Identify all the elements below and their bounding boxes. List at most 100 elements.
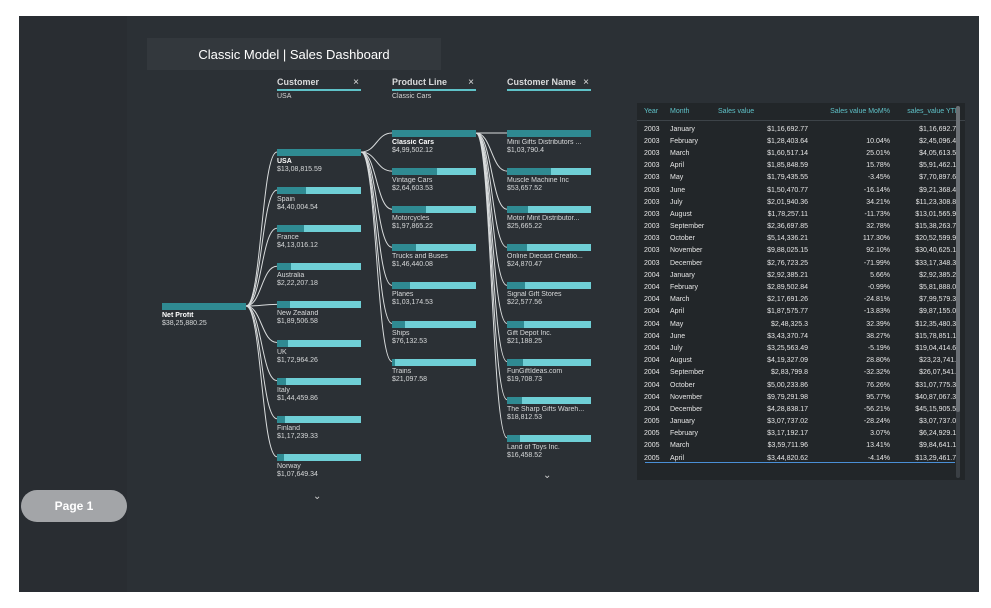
table-cell: 2004	[644, 405, 660, 413]
tree-node[interactable]: UK $1,72,964.26	[277, 339, 361, 365]
table-row[interactable]: 2004 March $2,17,691.26 -24.81% $7,99,579.31	[637, 294, 965, 306]
table-cell: December	[670, 259, 703, 267]
table-cell: May	[670, 320, 684, 328]
table-bottom-rule	[645, 462, 955, 463]
table-row[interactable]: 2005 January $3,07,737.02 -28.24% $3,07,737.…	[637, 416, 965, 428]
page-1-button[interactable]: Page 1	[21, 490, 127, 522]
tree-node[interactable]: Finland $1,17,239.33	[277, 415, 361, 441]
table-row[interactable]: 2004 February $2,89,502.84 -0.99% $5,81,888.…	[637, 281, 965, 293]
column-header[interactable]: Month	[670, 108, 718, 115]
value-bar	[392, 130, 476, 137]
table-row[interactable]: 2003 November $9,88,025.15 92.10% $30,40,625…	[637, 245, 965, 257]
tree-node[interactable]: Classic Cars $4,99,502.12	[392, 130, 476, 155]
tree-node[interactable]: New Zealand $1,89,506.58	[277, 301, 361, 326]
table-row[interactable]: 2004 July $3,25,563.49 -5.19% $19,04,414.61	[637, 342, 965, 354]
value-bar	[507, 244, 591, 252]
table-row[interactable]: 2003 October $5,14,336.21 117.30% $20,52,599…	[637, 233, 965, 245]
chevron-down-icon[interactable]: ⌄	[313, 491, 321, 502]
tree-node[interactable]: Motor Mint Distributor... $25,665.22	[507, 206, 591, 231]
table-row[interactable]: 2003 January $1,16,692.77 $1,16,692.77	[637, 123, 965, 135]
table-row[interactable]: 2004 January $2,92,385.21 5.66% $2,92,385.21	[637, 269, 965, 281]
table-cell: February	[670, 430, 699, 438]
table-row[interactable]: 2004 November $9,79,291.98 95.77% $40,87,067…	[637, 391, 965, 403]
column-header[interactable]: Sales value	[718, 108, 808, 115]
table-cell: $26,07,541.5	[919, 369, 960, 377]
node-label: Net Profit	[162, 312, 194, 319]
tree-node[interactable]: Motorcycles $1,97,865.22	[392, 206, 476, 231]
table-row[interactable]: 2004 October $5,00,233.86 76.26% $31,07,775.…	[637, 379, 965, 391]
table-cell: January	[670, 271, 695, 279]
node-label: Vintage Cars	[392, 177, 433, 185]
value-bar	[277, 301, 361, 309]
tree-link	[245, 305, 278, 382]
tree-node[interactable]: Spain $4,40,004.54	[277, 187, 361, 212]
node-label: Signal Gift Stores	[507, 291, 562, 299]
value-bar-fill	[277, 263, 292, 271]
table-cell: 2003	[644, 125, 660, 133]
table-row[interactable]: 2003 May $1,79,435.55 -3.45% $7,70,897.69	[637, 172, 965, 184]
tree-node[interactable]: The Sharp Gifts Wareh... $18,812.53	[507, 396, 591, 422]
tree-link	[245, 305, 278, 420]
value-bar	[507, 320, 591, 328]
table-row[interactable]: 2004 August $4,19,327.09 28.80% $23,23,741.7	[637, 355, 965, 367]
table-cell: 2003	[644, 223, 660, 231]
table-scrollbar[interactable]	[956, 106, 960, 478]
tree-node[interactable]: Vintage Cars $2,64,603.53	[392, 168, 476, 193]
value-bar	[507, 206, 591, 214]
tree-node[interactable]: Land of Toys Inc. $16,458.52	[507, 434, 591, 460]
tree-node[interactable]: Norway $1,07,649.34	[277, 453, 361, 479]
tree-node[interactable]: Online Diecast Creatio... $24,870.47	[507, 244, 591, 269]
table-row[interactable]: 2003 August $1,78,257.11 -11.73% $13,01,565.…	[637, 208, 965, 220]
tree-node[interactable]: FunGiftIdeas.com $19,708.73	[507, 358, 591, 384]
table-row[interactable]: 2003 April $1,85,848.59 15.78% $5,91,462.14	[637, 160, 965, 172]
column-header[interactable]: Year	[637, 108, 670, 115]
table-row[interactable]: 2004 September $2,83,799.8 -32.32% $26,07,54…	[637, 367, 965, 379]
tree-node[interactable]: Signal Gift Stores $22,577.56	[507, 282, 591, 307]
tree-node[interactable]: Muscle Machine Inc $53,657.52	[507, 168, 591, 193]
table-cell: 25.01%	[866, 149, 890, 157]
table-cell: -24.81%	[863, 296, 890, 304]
value-bar	[277, 263, 361, 271]
table-row[interactable]: 2004 June $3,43,370.74 38.27% $15,78,851.12	[637, 330, 965, 342]
table-row[interactable]: 2003 July $2,01,940.36 34.21% $11,23,308.82	[637, 196, 965, 208]
tree-node[interactable]: Trucks and Buses $1,46,440.08	[392, 244, 476, 269]
table-row[interactable]: 2004 April $1,87,575.77 -13.83% $9,87,155.08	[637, 306, 965, 318]
tree-node[interactable]: Mini Gifts Distributors ... $1,03,790.4	[507, 130, 591, 155]
value-bar	[507, 282, 591, 290]
table-row[interactable]: 2003 June $1,50,470.77 -16.14% $9,21,368.46	[637, 184, 965, 196]
node-label: Planes	[392, 291, 414, 299]
table-row[interactable]: 2005 March $3,59,711.96 13.41% $9,84,641.15	[637, 440, 965, 452]
node-label: Mini Gifts Distributors ...	[507, 139, 582, 146]
table-row[interactable]: 2003 September $2,36,697.85 32.78% $15,38,26…	[637, 221, 965, 233]
table-row[interactable]: 2003 December $2,76,723.25 -71.99% $33,17,34…	[637, 257, 965, 269]
table-row[interactable]: 2004 December $4,28,838.17 -56.21% $45,15,90…	[637, 403, 965, 415]
tree-node[interactable]: Australia $2,22,207.18	[277, 263, 361, 288]
table-cell: -11.73%	[864, 210, 890, 218]
table-cell: $5,00,233.86	[767, 381, 808, 389]
column-header[interactable]: sales_value YTD	[890, 108, 960, 115]
table-row[interactable]: 2003 February $1,28,403.64 10.04% $2,45,096.…	[637, 135, 965, 147]
scrollbar-thumb[interactable]	[956, 106, 960, 412]
tree-node[interactable]: France $4,13,016.12	[277, 225, 361, 250]
tree-node[interactable]: Gift Depot Inc. $21,188.25	[507, 320, 591, 346]
chevron-down-icon[interactable]: ⌄	[543, 470, 551, 481]
node-label: Gift Depot Inc.	[507, 329, 552, 337]
table-cell: $2,01,940.36	[767, 198, 808, 206]
tree-node[interactable]: Trains $21,097.58	[392, 358, 476, 384]
table-row[interactable]: 2005 February $3,17,192.17 3.07% $6,24,929.1…	[637, 428, 965, 440]
tree-node[interactable]: Italy $1,44,459.86	[277, 377, 361, 403]
value-bar-fill	[392, 130, 476, 137]
tree-node[interactable]: Ships $76,132.53	[392, 320, 476, 346]
tree-node[interactable]: Planes $1,03,174.53	[392, 282, 476, 307]
table-cell: $7,99,579.31	[919, 296, 960, 304]
table-cell: $2,83,799.8	[771, 369, 808, 377]
tree-node[interactable]: Net Profit $38,25,880.25	[162, 303, 246, 328]
table-cell: -56.21%	[863, 405, 890, 413]
value-bar-fill	[162, 303, 246, 310]
tree-node[interactable]: USA $13,08,815.59	[277, 149, 361, 174]
value-bar	[277, 149, 361, 156]
column-header[interactable]: Sales value MoM%	[808, 108, 890, 115]
table-cell: -13.83%	[863, 308, 890, 316]
table-row[interactable]: 2004 May $2,48,325.3 32.39% $12,35,480.38	[637, 318, 965, 330]
table-row[interactable]: 2003 March $1,60,517.14 25.01% $4,05,613.55	[637, 147, 965, 159]
